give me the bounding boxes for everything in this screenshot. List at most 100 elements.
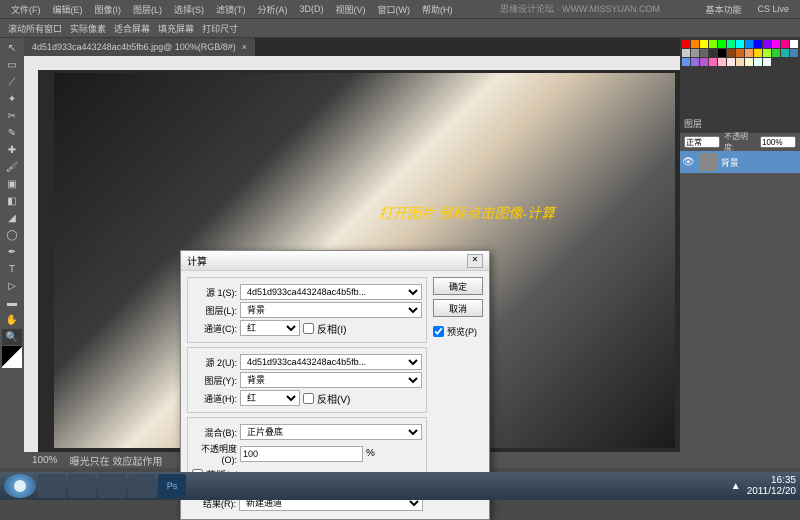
blend-mode-select[interactable] — [684, 136, 720, 148]
marquee-tool[interactable]: ▭ — [2, 57, 22, 73]
fit-screen-button[interactable]: 适合屏幕 — [114, 22, 150, 35]
fill-screen-button[interactable]: 填充屏幕 — [158, 22, 194, 35]
color-swatch[interactable] — [736, 58, 744, 66]
start-button[interactable] — [4, 474, 36, 498]
color-swatch[interactable] — [763, 40, 771, 48]
print-size-button[interactable]: 打印尺寸 — [202, 22, 238, 35]
opac-input[interactable] — [240, 446, 363, 462]
color-swatch[interactable] — [745, 49, 753, 57]
color-swatch[interactable] — [709, 49, 717, 57]
preview-checkbox[interactable] — [433, 326, 444, 337]
brush-tool[interactable]: 🖌 — [2, 159, 22, 175]
system-tray[interactable]: ▲ 16:35 2011/12/20 — [731, 475, 796, 497]
color-swatch[interactable] — [736, 40, 744, 48]
zoom-tool[interactable]: 🔍 — [2, 329, 22, 345]
taskbar-item-explorer[interactable] — [38, 474, 66, 498]
color-swatch[interactable] — [754, 49, 762, 57]
cancel-button[interactable]: 取消 — [433, 299, 483, 317]
menu-edit[interactable]: 编辑(E) — [47, 3, 89, 16]
zoom-level[interactable]: 100% — [32, 455, 58, 466]
taskbar-item-browser[interactable] — [98, 474, 126, 498]
color-swatch[interactable] — [718, 40, 726, 48]
menu-help[interactable]: 帮助(H) — [416, 3, 459, 16]
taskbar-item-folder[interactable] — [68, 474, 96, 498]
tray-icon[interactable]: ▲ — [731, 481, 741, 492]
shape-tool[interactable]: ▬ — [2, 295, 22, 311]
layers-panel-header[interactable]: 图层 — [680, 113, 800, 133]
scroll-all-checkbox-label[interactable]: 滚动所有窗口 — [8, 22, 62, 35]
visibility-icon[interactable]: 👁 — [682, 157, 695, 168]
color-swatch[interactable] — [754, 58, 762, 66]
blend-select[interactable]: 正片叠底 — [240, 424, 422, 440]
color-swatch[interactable] — [700, 49, 708, 57]
color-swatch[interactable] — [682, 40, 690, 48]
layer2-select[interactable]: 背景 — [240, 372, 422, 388]
color-swatch[interactable] — [682, 58, 690, 66]
document-tab[interactable]: 4d51d933ca443248ac4b5fb6.jpg @ 100%(RGB/… — [24, 38, 255, 56]
cslive-button[interactable]: CS Live — [751, 4, 795, 14]
menu-layer[interactable]: 图层(L) — [127, 3, 168, 16]
menu-analysis[interactable]: 分析(A) — [252, 3, 294, 16]
stamp-tool[interactable]: ▣ — [2, 176, 22, 192]
color-swatch[interactable] — [718, 49, 726, 57]
dialog-close-button[interactable]: ✕ — [467, 254, 483, 268]
layer1-select[interactable]: 背景 — [240, 302, 422, 318]
color-swatch[interactable] — [700, 40, 708, 48]
path-tool[interactable]: ▷ — [2, 278, 22, 294]
color-swatch[interactable] — [772, 40, 780, 48]
actual-pixels-button[interactable]: 实际像素 — [70, 22, 106, 35]
color-swatch[interactable] — [736, 49, 744, 57]
type-tool[interactable]: T — [2, 261, 22, 277]
src2-select[interactable]: 4d51d933ca443248ac4b5fb... — [240, 354, 422, 370]
color-swatch[interactable] — [700, 58, 708, 66]
color-swatch[interactable] — [718, 58, 726, 66]
pen-tool[interactable]: ✒ — [2, 244, 22, 260]
color-swatch[interactable] — [727, 40, 735, 48]
menu-filter[interactable]: 滤镜(T) — [210, 3, 252, 16]
menu-view[interactable]: 视图(V) — [330, 3, 372, 16]
color-swatch[interactable] — [709, 58, 717, 66]
color-swatch[interactable] — [790, 49, 798, 57]
color-swatch[interactable] — [763, 58, 771, 66]
color-swatch[interactable] — [745, 58, 753, 66]
color-swatch[interactable] — [781, 40, 789, 48]
move-tool[interactable]: ↖ — [2, 40, 22, 56]
eyedropper-tool[interactable]: ✎ — [2, 125, 22, 141]
color-swatch[interactable] — [754, 40, 762, 48]
chan2-select[interactable]: 红 — [240, 390, 300, 406]
opacity-input[interactable] — [760, 136, 796, 148]
hand-tool[interactable]: ✋ — [2, 312, 22, 328]
menu-image[interactable]: 图像(I) — [89, 3, 128, 16]
wand-tool[interactable]: ✦ — [2, 91, 22, 107]
crop-tool[interactable]: ✂ — [2, 108, 22, 124]
layer-row-background[interactable]: 👁 背景 — [680, 151, 800, 173]
color-swatch[interactable] — [727, 49, 735, 57]
dodge-tool[interactable]: ◯ — [2, 227, 22, 243]
color-swatch[interactable] — [745, 40, 753, 48]
color-swatch[interactable] — [691, 49, 699, 57]
menu-file[interactable]: 文件(F) — [5, 3, 47, 16]
tab-close-icon[interactable]: × — [242, 42, 247, 52]
dialog-titlebar[interactable]: 计算 ✕ — [181, 251, 489, 271]
color-swatch[interactable] — [727, 58, 735, 66]
heal-tool[interactable]: ✚ — [2, 142, 22, 158]
color-swatch[interactable] — [772, 49, 780, 57]
ok-button[interactable]: 确定 — [433, 277, 483, 295]
workspace-switcher[interactable]: 基本功能 — [699, 3, 747, 16]
taskbar-item-media[interactable] — [128, 474, 156, 498]
lasso-tool[interactable]: ⟋ — [2, 74, 22, 90]
color-swatch[interactable] — [709, 40, 717, 48]
taskbar-item-photoshop[interactable]: Ps — [158, 474, 186, 498]
eraser-tool[interactable]: ◧ — [2, 193, 22, 209]
color-swatch[interactable] — [691, 40, 699, 48]
menu-3d[interactable]: 3D(D) — [294, 4, 330, 14]
fg-bg-swatch[interactable] — [2, 346, 22, 368]
chan1-select[interactable]: 红 — [240, 320, 300, 336]
color-swatch[interactable] — [763, 49, 771, 57]
invert2-checkbox[interactable] — [303, 393, 314, 404]
invert1-checkbox[interactable] — [303, 323, 314, 334]
menu-window[interactable]: 窗口(W) — [372, 3, 417, 16]
gradient-tool[interactable]: ◢ — [2, 210, 22, 226]
color-swatch[interactable] — [781, 49, 789, 57]
src1-select[interactable]: 4d51d933ca443248ac4b5fb... — [240, 284, 422, 300]
